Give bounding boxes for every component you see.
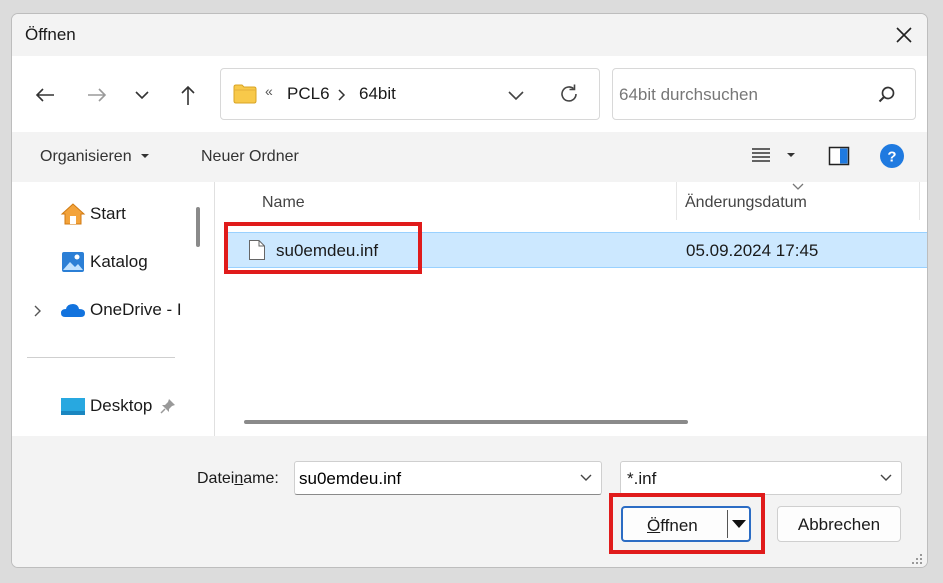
chevron-right-icon[interactable] xyxy=(32,304,44,318)
file-row[interactable]: su0emdeu.inf 05.09.2024 17:45 xyxy=(227,232,927,268)
command-bar: Organisieren Neuer Ordner ? xyxy=(12,132,927,182)
preview-pane-button[interactable] xyxy=(827,144,851,173)
content-area: Start Katalog OneDrive - I Desktop Name … xyxy=(12,182,927,436)
open-button-label: Öffnen xyxy=(647,516,698,535)
search-input[interactable] xyxy=(619,83,859,107)
file-date: 05.09.2024 17:45 xyxy=(686,241,819,260)
open-options-dropdown-icon[interactable] xyxy=(731,519,747,531)
chevron-down-icon[interactable] xyxy=(579,472,593,484)
file-list: Name Änderungsdatum su0emdeu.inf 05.09.2… xyxy=(217,182,927,436)
column-divider[interactable] xyxy=(919,182,920,220)
chevron-down-icon[interactable] xyxy=(505,84,527,106)
arrow-left-icon xyxy=(35,88,54,102)
column-date-header[interactable]: Änderungsdatum xyxy=(685,194,807,212)
filename-combobox[interactable] xyxy=(294,461,602,495)
resize-grip-icon[interactable] xyxy=(910,552,924,566)
svg-text:?: ? xyxy=(887,149,896,166)
sidebar-item-label: Start xyxy=(90,204,126,223)
help-button[interactable]: ? xyxy=(879,143,905,174)
split-divider xyxy=(727,510,728,538)
file-icon xyxy=(249,240,265,260)
preview-pane-icon xyxy=(828,146,850,166)
breadcrumb-item[interactable]: PCL6 xyxy=(287,84,330,104)
folder-icon xyxy=(233,84,257,104)
sort-chevron-icon xyxy=(792,183,804,190)
pane-divider[interactable] xyxy=(214,182,215,436)
filename-label: Dateiname: xyxy=(197,470,279,487)
recent-locations-button[interactable] xyxy=(127,80,157,110)
sidebar-item-label: OneDrive - I xyxy=(90,300,182,319)
organize-menu-button[interactable]: Organisieren xyxy=(40,148,151,166)
search-icon[interactable] xyxy=(877,85,897,105)
sidebar-item-start[interactable]: Start xyxy=(60,199,126,229)
filetype-select[interactable]: *.inf xyxy=(620,461,902,495)
arrow-right-icon xyxy=(88,88,107,102)
horizontal-scrollbar[interactable] xyxy=(244,420,688,424)
breadcrumb-separator-icon[interactable] xyxy=(337,88,347,102)
refresh-icon[interactable] xyxy=(557,82,581,106)
file-name: su0emdeu.inf xyxy=(276,241,379,260)
home-icon xyxy=(60,202,86,226)
caret-down-icon xyxy=(141,154,150,158)
forward-button[interactable] xyxy=(82,80,112,110)
help-icon: ? xyxy=(880,144,904,168)
sidebar-item-onedrive[interactable]: OneDrive - I xyxy=(60,295,182,325)
title-bar: Öffnen xyxy=(12,14,927,56)
chevron-down-icon xyxy=(135,91,149,100)
sidebar-scrollbar[interactable] xyxy=(196,207,200,247)
file-open-dialog: Öffnen « PCL6 64bit 64bit durchsuchen Or… xyxy=(11,13,928,568)
list-view-icon xyxy=(752,148,795,162)
dialog-footer: Dateiname: *.inf Öffnen Abbrechen xyxy=(12,436,927,567)
new-folder-button[interactable]: Neuer Ordner xyxy=(201,148,299,166)
sidebar-item-katalog[interactable]: Katalog xyxy=(60,247,148,277)
window-title: Öffnen xyxy=(25,25,76,44)
column-header: Name Änderungsdatum xyxy=(217,182,927,228)
arrow-up-icon xyxy=(181,85,195,105)
breadcrumb-item[interactable]: 64bit xyxy=(359,84,396,104)
gallery-icon xyxy=(60,250,86,274)
filename-input[interactable] xyxy=(299,468,569,490)
sidebar-item-label: Desktop xyxy=(90,396,153,415)
column-name-header[interactable]: Name xyxy=(262,194,305,212)
sidebar-item-label: Katalog xyxy=(90,252,148,271)
close-icon xyxy=(896,27,912,43)
organize-label: Organisieren xyxy=(40,148,132,165)
chevron-down-icon xyxy=(880,474,892,481)
close-button[interactable] xyxy=(889,20,919,50)
pin-icon[interactable] xyxy=(160,398,176,414)
cancel-button[interactable]: Abbrechen xyxy=(777,506,901,542)
desktop-icon xyxy=(60,394,86,418)
open-button[interactable]: Öffnen xyxy=(621,506,751,542)
breadcrumb-overflow-icon[interactable]: « xyxy=(265,83,273,99)
navigation-bar: « PCL6 64bit xyxy=(12,56,927,132)
onedrive-icon xyxy=(60,298,86,322)
search-box[interactable] xyxy=(612,68,916,120)
navigation-pane: Start Katalog OneDrive - I Desktop xyxy=(12,182,206,436)
sidebar-divider xyxy=(27,357,175,358)
view-options-button[interactable] xyxy=(750,144,798,173)
filetype-value: *.inf xyxy=(627,469,657,488)
sidebar-item-desktop[interactable]: Desktop xyxy=(60,391,176,421)
up-button[interactable] xyxy=(173,80,203,110)
column-divider[interactable] xyxy=(676,182,677,220)
address-bar[interactable]: « PCL6 64bit xyxy=(220,68,600,120)
back-button[interactable] xyxy=(30,80,60,110)
